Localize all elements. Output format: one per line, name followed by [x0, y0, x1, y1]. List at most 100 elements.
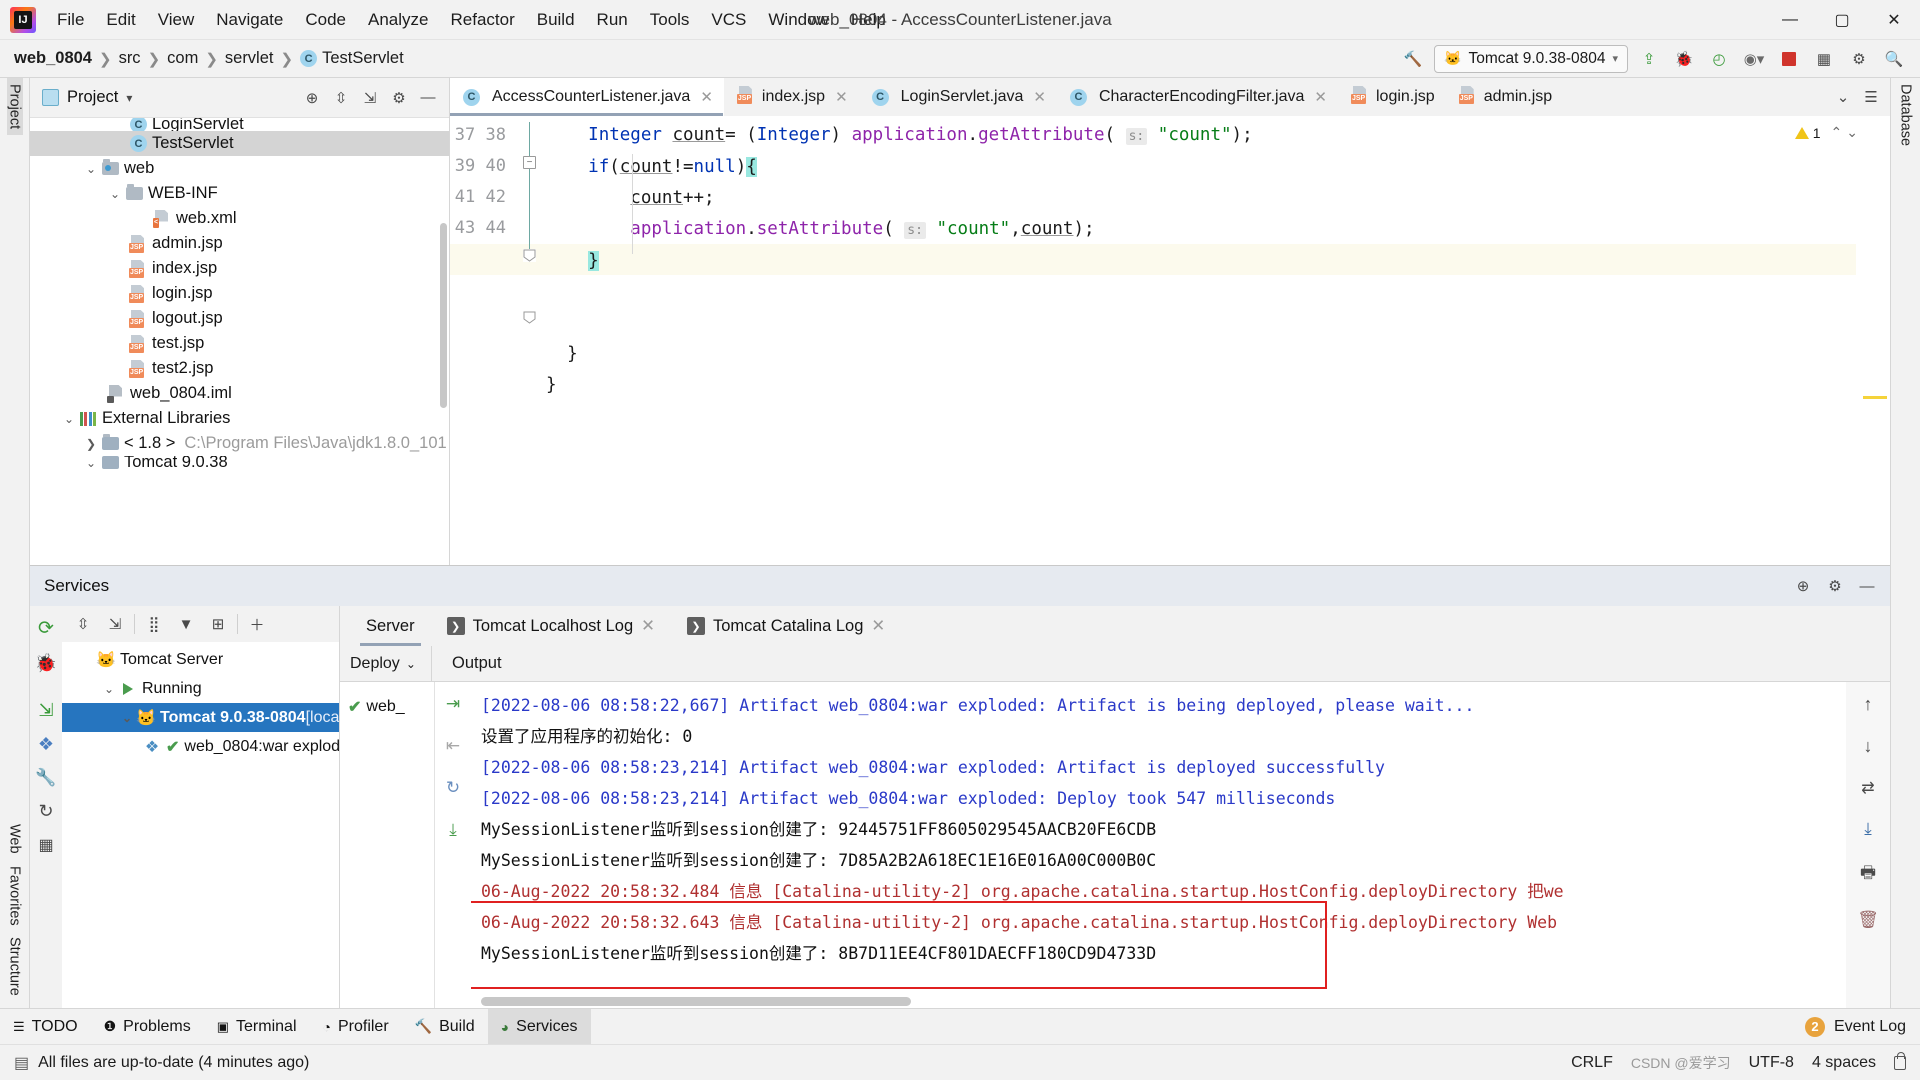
tree-item-web-inf[interactable]: ⌄ WEB-INF [30, 181, 449, 206]
maximize-button[interactable]: ▢ [1816, 0, 1868, 40]
lock-icon[interactable] [1894, 1056, 1906, 1070]
menu-navigate[interactable]: Navigate [205, 6, 294, 34]
filter-icon[interactable]: ▼ [173, 611, 199, 637]
menu-edit[interactable]: Edit [95, 6, 146, 34]
breadcrumb-servlet[interactable]: servlet [225, 49, 274, 68]
inspection-widget[interactable]: 1 ⌃ ⌄ [1795, 116, 1866, 141]
close-icon[interactable]: ✕ [700, 88, 713, 106]
hammer-build-icon[interactable]: 🔨 [1399, 45, 1427, 73]
menu-run[interactable]: Run [586, 6, 639, 34]
close-icon[interactable]: ✕ [871, 616, 885, 636]
services-tree-item-tomcat-server[interactable]: 🐱 Tomcat Server [62, 645, 339, 674]
tab-list-menu-icon[interactable]: ☰ [1858, 84, 1884, 110]
project-tree-scrollbar[interactable] [440, 223, 447, 408]
locate-icon[interactable]: ⊕ [299, 85, 325, 111]
menu-vcs[interactable]: VCS [700, 6, 757, 34]
tree-item-logout-jsp[interactable]: JSP logout.jsp [30, 306, 449, 331]
expand-all-icon[interactable]: ⇳ [328, 85, 354, 111]
undeploy-artifact-icon[interactable]: ⇤ [446, 736, 460, 756]
services-tree-item-tomcat-instance[interactable]: ⌄ 🐱 Tomcat 9.0.38-0804 [local] [62, 703, 339, 732]
add-tab-icon[interactable]: ⊞ [205, 611, 231, 637]
chevron-down-icon[interactable]: ⌄ [106, 187, 124, 201]
chevron-down-icon[interactable]: ⌄ [1830, 84, 1856, 110]
tree-item-test-jsp[interactable]: JSP test.jsp [30, 331, 449, 356]
chevron-down-icon[interactable]: ⌄ [118, 711, 136, 725]
breadcrumb-com[interactable]: com [167, 49, 198, 68]
tree-item-web[interactable]: ⌄ web [30, 156, 449, 181]
close-icon[interactable]: ✕ [1314, 88, 1327, 106]
tree-item-loginservlet[interactable]: C LoginServlet [30, 118, 449, 131]
services-tree-item-running[interactable]: ⌄ Running [62, 674, 339, 703]
sidebar-item-web[interactable]: Web [7, 818, 23, 860]
rerun-icon[interactable]: ⟳ [38, 617, 54, 640]
chevron-up-icon[interactable]: ⌃ [1831, 124, 1843, 141]
chevron-down-icon[interactable]: ⌄ [1846, 124, 1858, 141]
encoding-indicator[interactable]: UTF-8 [1749, 1054, 1794, 1072]
layout-icon[interactable]: ▦ [1810, 45, 1838, 73]
sidebar-item-database[interactable]: Database [1898, 78, 1914, 152]
output-tab[interactable]: Output [432, 646, 502, 681]
chevron-right-icon[interactable]: ❯ [82, 437, 100, 451]
stop-icon[interactable] [1775, 45, 1803, 73]
code-folding-column[interactable]: − [518, 116, 546, 565]
settings-icon[interactable]: ⚙ [386, 85, 412, 111]
inspection-gutter[interactable] [1856, 116, 1890, 565]
code-editor[interactable]: 37 38 39 40 41 42 43 44 45 46 − Int [450, 116, 1890, 565]
menu-build[interactable]: Build [526, 6, 586, 34]
settings-icon[interactable]: ⚙ [1845, 45, 1873, 73]
editor-tab-admin-jsp[interactable]: JSP admin.jsp [1446, 78, 1563, 116]
minimize-button[interactable]: — [1764, 0, 1816, 40]
menu-refactor[interactable]: Refactor [439, 6, 525, 34]
tree-item-web-xml[interactable]: < web.xml [30, 206, 449, 231]
collapse-all-icon[interactable]: ⇲ [102, 611, 128, 637]
collapse-all-icon[interactable]: ⇲ [357, 85, 383, 111]
sidebar-item-structure[interactable]: Structure [7, 931, 23, 1002]
tree-item-test2-jsp[interactable]: JSP test2.jsp [30, 356, 449, 381]
tree-item-index-jsp[interactable]: JSP index.jsp [30, 256, 449, 281]
fold-marker-icon[interactable] [523, 311, 536, 324]
deploy-artifact-icon[interactable]: ⇥ [446, 694, 460, 714]
debug-icon[interactable]: 🐞 [1670, 45, 1698, 73]
editor-tab-accesscounterlistener[interactable]: C AccessCounterListener.java ✕ [450, 78, 724, 116]
close-button[interactable]: ✕ [1868, 0, 1920, 40]
editor-tab-characterencodingfilter[interactable]: C CharacterEncodingFilter.java ✕ [1057, 78, 1338, 116]
edit-config-icon[interactable]: ❖ [38, 734, 54, 755]
tool-button-problems[interactable]: ❶ Problems [91, 1009, 204, 1044]
hide-icon[interactable]: — [1854, 573, 1880, 599]
close-icon[interactable]: ✕ [641, 616, 655, 636]
clear-all-icon[interactable]: 🗑 [1857, 910, 1879, 930]
add-icon[interactable]: ＋ [244, 611, 270, 637]
close-icon[interactable]: ✕ [835, 88, 848, 106]
editor-tab-loginservlet[interactable]: C LoginServlet.java ✕ [859, 78, 1057, 116]
chevron-down-icon[interactable]: ⌄ [60, 412, 78, 426]
debug-icon[interactable]: 🐞 [35, 653, 57, 674]
redeploy-icon[interactable]: ↻ [446, 778, 460, 798]
tree-item-iml[interactable]: web_0804.iml [30, 381, 449, 406]
settings-icon[interactable]: ⚙ [1822, 573, 1848, 599]
menu-view[interactable]: View [147, 6, 206, 34]
hide-icon[interactable]: — [415, 85, 441, 111]
scroll-up-icon[interactable]: ↑ [1864, 694, 1873, 715]
tool-button-todo[interactable]: ☰ TODO [0, 1009, 91, 1044]
scroll-down-icon[interactable]: ↓ [1864, 736, 1873, 757]
editor-tab-login-jsp[interactable]: JSP login.jsp [1338, 78, 1446, 116]
breadcrumb-project[interactable]: web_0804 [14, 49, 92, 68]
line-separator-indicator[interactable]: CRLF [1571, 1054, 1613, 1072]
tool-button-services[interactable]: ◕ Services [488, 1009, 591, 1044]
menu-window[interactable]: Window [757, 6, 839, 34]
profiler-icon[interactable]: ◉▾ [1740, 45, 1768, 73]
tree-item-jdk18[interactable]: ❯ < 1.8 > C:\Program Files\Java\jdk1.8.0… [30, 431, 449, 456]
tool-button-terminal[interactable]: ▣ Terminal [204, 1009, 310, 1044]
tree-item-admin-jsp[interactable]: JSP admin.jsp [30, 231, 449, 256]
tool-button-build[interactable]: 🔨 Build [402, 1009, 488, 1044]
menu-tools[interactable]: Tools [639, 6, 701, 34]
menu-bar[interactable]: File Edit View Navigate Code Analyze Ref… [46, 6, 897, 34]
tree-item-login-jsp[interactable]: JSP login.jsp [30, 281, 449, 306]
scroll-to-end-icon[interactable]: ⤓ [1864, 819, 1872, 839]
tree-item-external-libraries[interactable]: ⌄ External Libraries [30, 406, 449, 431]
update-running-app-icon[interactable]: ⇪ [1635, 45, 1663, 73]
warning-marker[interactable] [1863, 396, 1887, 399]
deploy-selector[interactable]: Deploy ⌄ [340, 646, 432, 681]
soft-wrap-icon[interactable]: ⇄ [1861, 778, 1874, 798]
deploy-icon[interactable]: ⇲ [38, 700, 53, 721]
